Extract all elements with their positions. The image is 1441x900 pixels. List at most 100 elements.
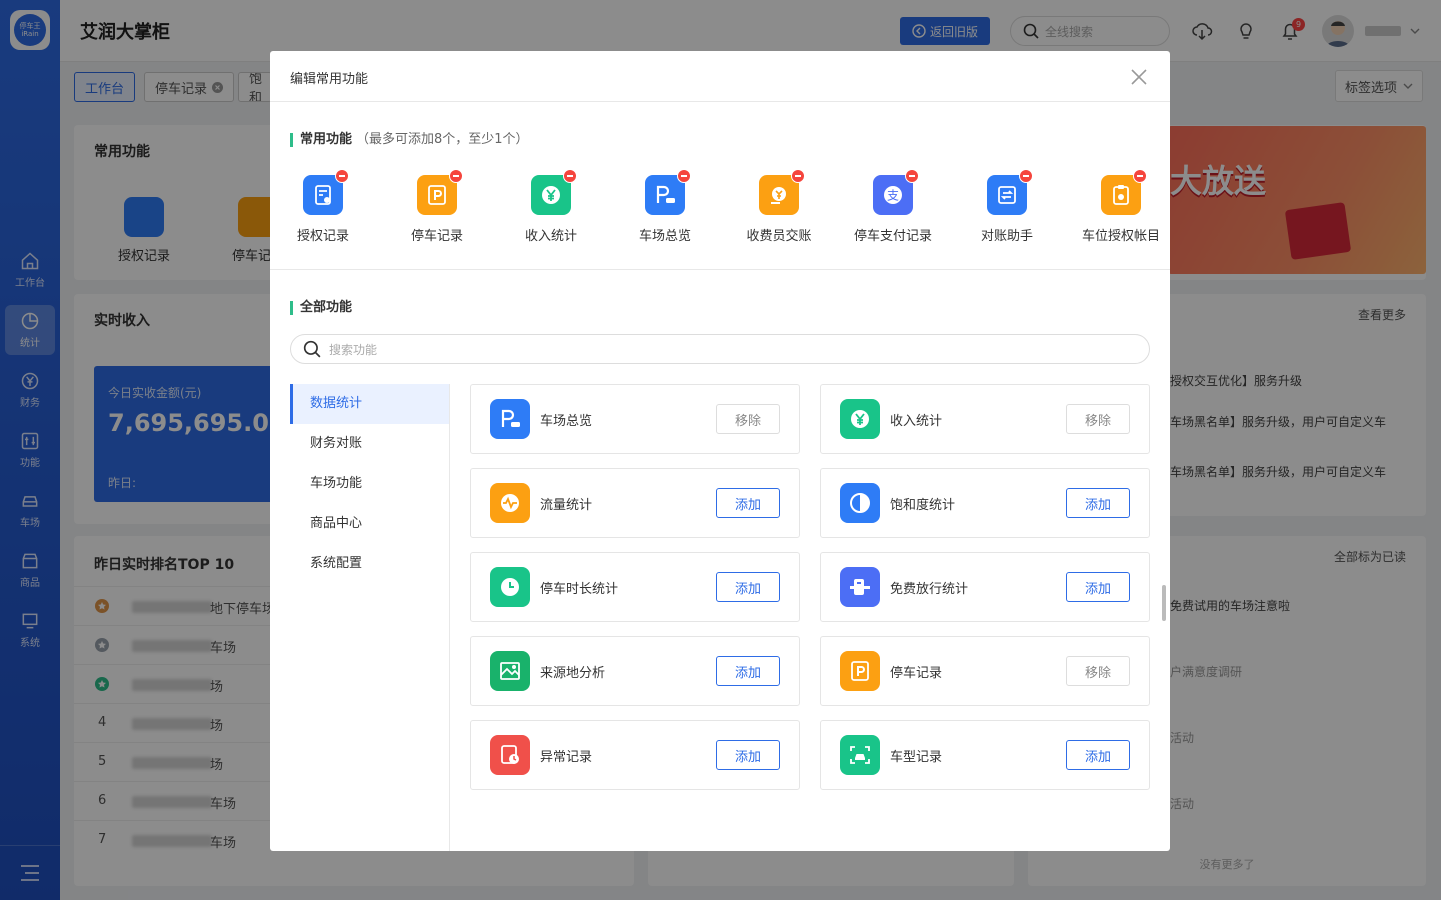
parking-p-icon — [501, 409, 520, 427]
add-function-button[interactable]: 添加 — [716, 488, 780, 518]
function-card: 停车时长统计 添加 — [470, 552, 800, 622]
close-icon[interactable] — [1128, 66, 1150, 88]
remove-favorite-button[interactable] — [677, 169, 691, 183]
yen-icon — [851, 410, 869, 428]
favorite-icon-tile — [759, 169, 805, 215]
function-card: 流量统计 添加 — [470, 468, 800, 538]
favorite-item[interactable]: 收入统计 — [496, 169, 606, 244]
alipay-icon: 支 — [884, 186, 902, 204]
add-function-button[interactable]: 添加 — [1066, 740, 1130, 770]
function-name: 流量统计 — [540, 497, 593, 513]
remove-function-button[interactable]: 移除 — [716, 404, 780, 434]
remove-favorite-button[interactable] — [791, 169, 805, 183]
favorite-icon-tile: 支 — [873, 169, 919, 215]
section-hint: （最多可添加8个，至少1个） — [356, 132, 529, 147]
function-card: 异常记录 添加 — [470, 720, 800, 790]
favorite-item[interactable]: 车场总览 — [610, 169, 720, 244]
function-name: 饱和度统计 — [890, 497, 956, 513]
favorite-item[interactable]: 车位授权帐目 — [1066, 169, 1176, 244]
function-icon-tile — [840, 567, 880, 607]
remove-favorite-button[interactable] — [449, 169, 463, 183]
header-divider — [270, 101, 1170, 102]
function-card: 车场总览 移除 — [470, 384, 800, 454]
function-icon-tile — [490, 483, 530, 523]
all-functions-section-title: 全部功能 — [290, 301, 352, 315]
function-search-input[interactable]: 搜索功能 — [290, 334, 1150, 364]
favorite-icon-tile — [645, 169, 691, 215]
category-item[interactable]: 数据统计 — [290, 384, 449, 424]
auth-record-icon — [315, 185, 331, 205]
add-function-button[interactable]: 添加 — [716, 740, 780, 770]
favorite-icon-tile — [417, 169, 463, 215]
add-function-button[interactable]: 添加 — [716, 572, 780, 602]
section-label: 常用功能 — [300, 132, 353, 147]
scrollbar[interactable] — [1162, 585, 1166, 621]
function-icon-tile — [840, 483, 880, 523]
function-name: 收入统计 — [890, 413, 943, 429]
category-item[interactable]: 财务对账 — [290, 424, 449, 464]
clipboard-icon — [1113, 185, 1129, 205]
function-card: 车型记录 添加 — [820, 720, 1150, 790]
category-list: 数据统计 财务对账 车场功能 商品中心 系统配置 — [290, 384, 450, 851]
function-name: 车型记录 — [890, 749, 943, 765]
edit-common-functions-dialog: 编辑常用功能 常用功能 （最多可添加8个，至少1个） 授权记录 停车记录 收入统计 车场… — [270, 51, 1170, 851]
pulse-icon — [501, 494, 519, 512]
alarm-record-icon — [501, 745, 519, 764]
function-icon-tile — [490, 651, 530, 691]
favorite-label: 收入统计 — [524, 229, 577, 244]
remove-function-button[interactable]: 移除 — [1066, 656, 1130, 686]
clock-icon — [501, 578, 519, 596]
parking-record-icon — [851, 661, 869, 681]
function-card: 来源地分析 添加 — [470, 636, 800, 706]
remove-favorite-button[interactable] — [1019, 169, 1033, 183]
add-function-button[interactable]: 添加 — [1066, 572, 1130, 602]
favorite-label: 收费员交账 — [746, 229, 812, 244]
function-name: 车场总览 — [540, 413, 593, 429]
half-circle-icon — [850, 493, 870, 513]
function-icon-tile — [840, 651, 880, 691]
function-name: 免费放行统计 — [890, 581, 969, 597]
category-item[interactable]: 商品中心 — [290, 504, 449, 544]
favorite-item[interactable]: 授权记录 — [268, 169, 378, 244]
function-card: 免费放行统计 添加 — [820, 552, 1150, 622]
remove-favorite-button[interactable] — [905, 169, 919, 183]
remove-favorite-button[interactable] — [563, 169, 577, 183]
favorite-icon-tile — [531, 169, 577, 215]
function-card: 停车记录 移除 — [820, 636, 1150, 706]
function-icon-tile — [840, 399, 880, 439]
function-name: 停车记录 — [890, 665, 943, 681]
function-name: 来源地分析 — [540, 665, 606, 681]
section-divider — [270, 269, 1170, 270]
dialog-title: 编辑常用功能 — [290, 72, 369, 87]
map-icon — [500, 662, 520, 680]
favorite-icon-tile — [303, 169, 349, 215]
svg-text:支: 支 — [887, 189, 899, 203]
add-function-button[interactable]: 添加 — [1066, 488, 1130, 518]
favorites-section-title: 常用功能 （最多可添加8个，至少1个） — [290, 133, 529, 147]
barrier-icon — [850, 579, 870, 595]
parking-record-icon — [428, 185, 446, 205]
category-item[interactable]: 系统配置 — [290, 544, 449, 584]
function-icon-tile — [490, 567, 530, 607]
favorite-item[interactable]: 停车记录 — [382, 169, 492, 244]
favorite-item[interactable]: 收费员交账 — [724, 169, 834, 244]
favorite-label: 停车支付记录 — [853, 229, 932, 244]
favorite-item[interactable]: 支停车支付记录 — [838, 169, 948, 244]
search-icon — [303, 340, 321, 358]
section-label: 全部功能 — [300, 300, 353, 315]
function-name: 异常记录 — [540, 749, 593, 765]
favorite-item[interactable]: 对账助手 — [952, 169, 1062, 244]
category-item[interactable]: 车场功能 — [290, 464, 449, 504]
favorite-label: 车场总览 — [638, 229, 691, 244]
favorite-icon-tile — [1101, 169, 1147, 215]
function-icon-tile — [490, 399, 530, 439]
car-scan-icon — [850, 746, 870, 764]
remove-function-button[interactable]: 移除 — [1066, 404, 1130, 434]
add-function-button[interactable]: 添加 — [716, 656, 780, 686]
favorite-icon-tile — [987, 169, 1033, 215]
cashier-icon — [771, 187, 786, 204]
remove-favorite-button[interactable] — [335, 169, 349, 183]
remove-favorite-button[interactable] — [1133, 169, 1147, 183]
function-icon-tile — [490, 735, 530, 775]
favorite-label: 授权记录 — [296, 229, 349, 244]
